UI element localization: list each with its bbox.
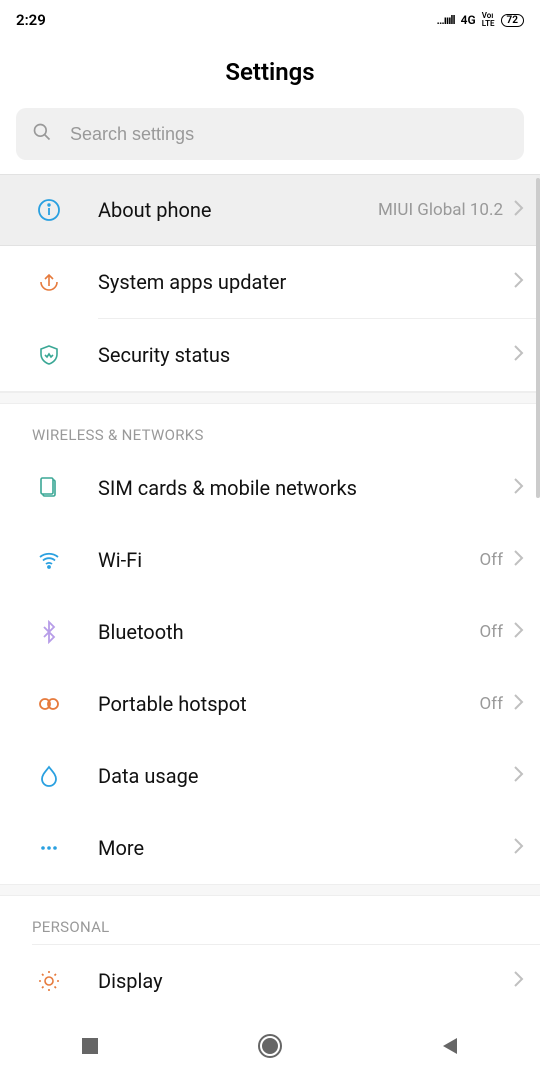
display-label: Display xyxy=(98,969,513,993)
bluetooth-value: Off xyxy=(479,622,503,642)
page-header: Settings xyxy=(0,40,540,100)
about-phone-value: MIUI Global 10.2 xyxy=(378,200,503,220)
wifi-value: Off xyxy=(479,550,503,570)
network-type: 4G xyxy=(461,13,476,27)
search-icon xyxy=(32,122,52,146)
security-status-row[interactable]: Security status xyxy=(0,319,540,391)
sim-cards-row[interactable]: SIM cards & mobile networks xyxy=(0,452,540,524)
chevron-right-icon xyxy=(513,271,524,293)
about-phone-row[interactable]: About phone MIUI Global 10.2 xyxy=(0,174,540,246)
hotspot-icon xyxy=(0,692,98,716)
more-icon xyxy=(0,836,98,860)
data-usage-row[interactable]: Data usage xyxy=(0,740,540,812)
chevron-right-icon xyxy=(513,970,524,992)
security-label: Security status xyxy=(98,343,513,367)
personal-section-header: PERSONAL xyxy=(0,896,540,944)
chevron-right-icon xyxy=(513,199,524,221)
wifi-label: Wi-Fi xyxy=(98,548,479,572)
updater-label: System apps updater xyxy=(98,270,513,294)
volte-icon: Voı LTE xyxy=(482,12,495,28)
battery-indicator: 72 xyxy=(501,14,524,27)
status-time: 2:29 xyxy=(16,11,46,29)
chevron-right-icon xyxy=(513,477,524,499)
wifi-row[interactable]: Wi-Fi Off xyxy=(0,524,540,596)
status-indicators: ...ıııll 4G Voı LTE 72 xyxy=(437,12,524,28)
search-box[interactable] xyxy=(16,108,524,160)
sun-icon xyxy=(0,969,98,993)
chevron-right-icon xyxy=(513,837,524,859)
system-apps-updater-row[interactable]: System apps updater xyxy=(0,246,540,318)
chevron-right-icon xyxy=(513,765,524,787)
more-row[interactable]: More xyxy=(0,812,540,884)
back-button[interactable] xyxy=(420,1026,480,1066)
search-input[interactable] xyxy=(70,124,508,145)
sim-label: SIM cards & mobile networks xyxy=(98,476,513,500)
droplet-icon xyxy=(0,764,98,788)
scroll-indicator[interactable] xyxy=(536,178,540,498)
sim-icon xyxy=(0,476,98,500)
upload-icon xyxy=(0,270,98,294)
chevron-right-icon xyxy=(513,621,524,643)
page-title: Settings xyxy=(0,58,540,86)
chevron-right-icon xyxy=(513,693,524,715)
bluetooth-icon xyxy=(0,620,98,644)
status-bar: 2:29 ...ıııll 4G Voı LTE 72 xyxy=(0,0,540,40)
shield-icon xyxy=(0,343,98,367)
hotspot-row[interactable]: Portable hotspot Off xyxy=(0,668,540,740)
about-phone-label: About phone xyxy=(98,198,378,222)
hotspot-label: Portable hotspot xyxy=(98,692,479,716)
navigation-bar xyxy=(0,1012,540,1080)
wifi-icon xyxy=(0,548,98,572)
bluetooth-row[interactable]: Bluetooth Off xyxy=(0,596,540,668)
recent-apps-button[interactable] xyxy=(60,1026,120,1066)
chevron-right-icon xyxy=(513,549,524,571)
chevron-right-icon xyxy=(513,344,524,366)
signal-icon: ...ıııll xyxy=(437,13,455,27)
home-button[interactable] xyxy=(240,1026,300,1066)
more-label: More xyxy=(98,836,513,860)
bluetooth-label: Bluetooth xyxy=(98,620,479,644)
display-row[interactable]: Display xyxy=(0,945,540,1017)
info-icon xyxy=(0,198,98,222)
hotspot-value: Off xyxy=(479,694,503,714)
wireless-section-header: WIRELESS & NETWORKS xyxy=(0,404,540,452)
data-usage-label: Data usage xyxy=(98,764,513,788)
